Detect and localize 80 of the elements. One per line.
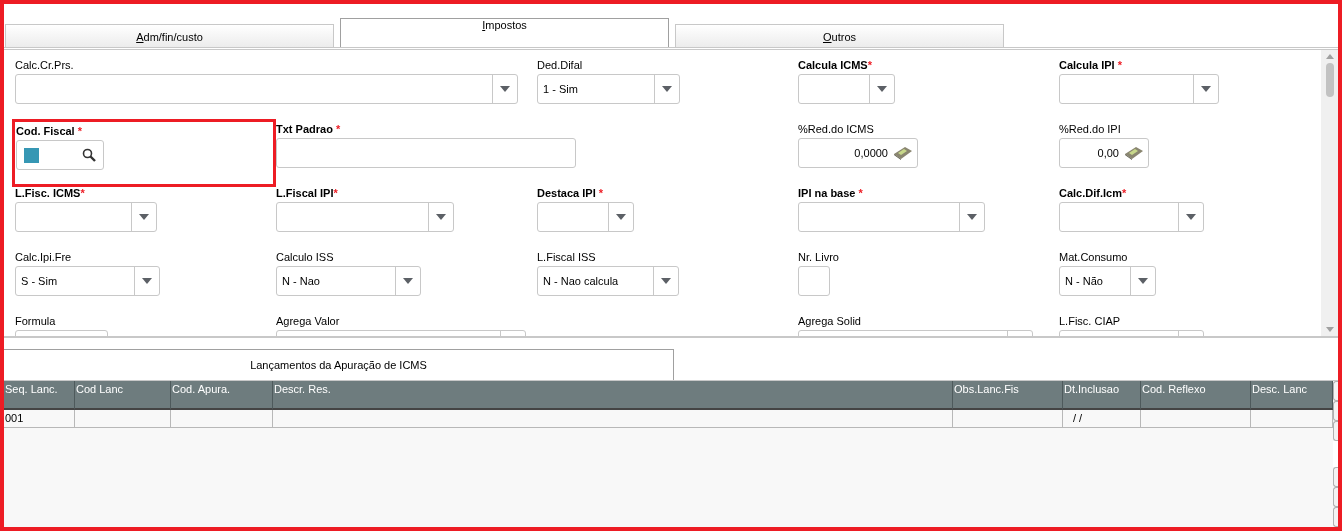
field-label: L.Fisc. CIAP xyxy=(1059,315,1121,327)
field-label: Txt Padrao * xyxy=(276,123,341,135)
dropdown-arrow-icon[interactable] xyxy=(436,214,446,220)
side-button[interactable] xyxy=(1333,507,1338,527)
dropdown-field[interactable] xyxy=(15,202,157,232)
field-label: L.Fisc. ICMS* xyxy=(15,187,85,199)
dropdown-arrow-icon[interactable] xyxy=(877,86,887,92)
column-header[interactable]: Seq. Lanc. xyxy=(4,381,75,410)
side-button[interactable] xyxy=(1333,381,1338,401)
dropdown-field[interactable] xyxy=(15,74,518,104)
dropdown-field[interactable] xyxy=(537,202,634,232)
dropdown-field[interactable]: S - Sim xyxy=(15,266,160,296)
field-label: Calc.Dif.Icm* xyxy=(1059,187,1127,199)
side-button[interactable] xyxy=(1333,467,1338,487)
column-header[interactable]: Descr. Res. xyxy=(273,381,953,410)
dropdown-arrow-icon[interactable] xyxy=(1186,214,1196,220)
field-label: Calcula ICMS* xyxy=(798,59,872,71)
tab[interactable]: Impostos xyxy=(340,18,669,47)
dropdown-field[interactable]: N - Nao xyxy=(276,266,421,296)
number-field[interactable]: 0,00 xyxy=(1059,138,1149,168)
column-header[interactable]: Dt.Inclusao xyxy=(1063,381,1141,410)
tab[interactable]: Adm/fin/custo xyxy=(5,24,334,47)
field-label: Ded.Difal xyxy=(537,59,583,71)
side-button[interactable] xyxy=(1333,487,1338,507)
lookup-field[interactable] xyxy=(16,140,104,170)
text-field[interactable] xyxy=(276,138,576,168)
field-label: Agrega Valor xyxy=(276,315,340,327)
field-label: %Red.do ICMS xyxy=(798,123,874,135)
dropdown-field[interactable] xyxy=(798,74,895,104)
field-label: L.Fiscal IPI* xyxy=(276,187,338,199)
dropdown-field[interactable]: 1 - Sim xyxy=(537,74,680,104)
field-label: Cod. Fiscal * xyxy=(16,125,83,137)
tab[interactable]: Lançamentos da Apuração de ICMS xyxy=(4,349,674,380)
dropdown-arrow-icon[interactable] xyxy=(1138,278,1148,284)
text-field[interactable] xyxy=(798,266,830,296)
field-label: Calcula IPI * xyxy=(1059,59,1122,71)
field-label: Destaca IPI * xyxy=(537,187,604,199)
field-label: Calculo ISS xyxy=(276,251,334,263)
dropdown-arrow-icon[interactable] xyxy=(616,214,626,220)
field-label: Calc.Ipi.Fre xyxy=(15,251,72,263)
scroll-up-icon[interactable] xyxy=(1325,54,1334,59)
column-header[interactable]: Cod. Reflexo xyxy=(1141,381,1251,410)
field-label: Formula xyxy=(15,315,56,327)
field-label: Mat.Consumo xyxy=(1059,251,1128,263)
scroll-thumb[interactable] xyxy=(1325,63,1334,97)
column-header[interactable]: Cod. Apura. xyxy=(171,381,273,410)
dropdown-arrow-icon[interactable] xyxy=(1201,86,1211,92)
field-label: Calc.Cr.Prs. xyxy=(15,59,74,71)
dropdown-arrow-icon[interactable] xyxy=(403,278,413,284)
dropdown-field[interactable] xyxy=(798,202,985,232)
dropdown-arrow-icon[interactable] xyxy=(967,214,977,220)
tab[interactable]: Outros xyxy=(675,24,1004,47)
number-field[interactable]: 0,0000 xyxy=(798,138,918,168)
calculator-icon[interactable] xyxy=(893,146,913,160)
column-header[interactable]: Cod Lanc xyxy=(75,381,171,410)
scrollbar[interactable] xyxy=(1321,50,1338,336)
column-header[interactable]: Obs.Lanc.Fis xyxy=(953,381,1063,410)
dropdown-arrow-icon[interactable] xyxy=(142,278,152,284)
field-label: L.Fiscal ISS xyxy=(537,251,596,263)
side-button[interactable] xyxy=(1333,421,1338,441)
calculator-icon[interactable] xyxy=(1124,146,1144,160)
dropdown-field[interactable] xyxy=(1059,74,1219,104)
table-cell: 001 xyxy=(4,410,75,428)
table-cell: / / xyxy=(1063,410,1141,428)
dropdown-field[interactable] xyxy=(276,202,454,232)
field-label: IPI na base * xyxy=(798,187,863,199)
dropdown-arrow-icon[interactable] xyxy=(661,278,671,284)
field-label: Agrega Solid xyxy=(798,315,861,327)
dropdown-field[interactable]: N - Não xyxy=(1059,266,1156,296)
field-label: %Red.do IPI xyxy=(1059,123,1121,135)
dropdown-arrow-icon[interactable] xyxy=(662,86,672,92)
search-icon[interactable] xyxy=(82,148,96,162)
column-header[interactable]: Desc. Lanc xyxy=(1251,381,1333,410)
dropdown-field[interactable]: N - Nao calcula xyxy=(537,266,679,296)
scroll-down-icon[interactable] xyxy=(1325,327,1334,332)
side-button[interactable] xyxy=(1333,401,1338,421)
dropdown-field[interactable] xyxy=(1059,202,1204,232)
dropdown-arrow-icon[interactable] xyxy=(500,86,510,92)
field-label: Nr. Livro xyxy=(798,251,839,263)
dropdown-arrow-icon[interactable] xyxy=(139,214,149,220)
